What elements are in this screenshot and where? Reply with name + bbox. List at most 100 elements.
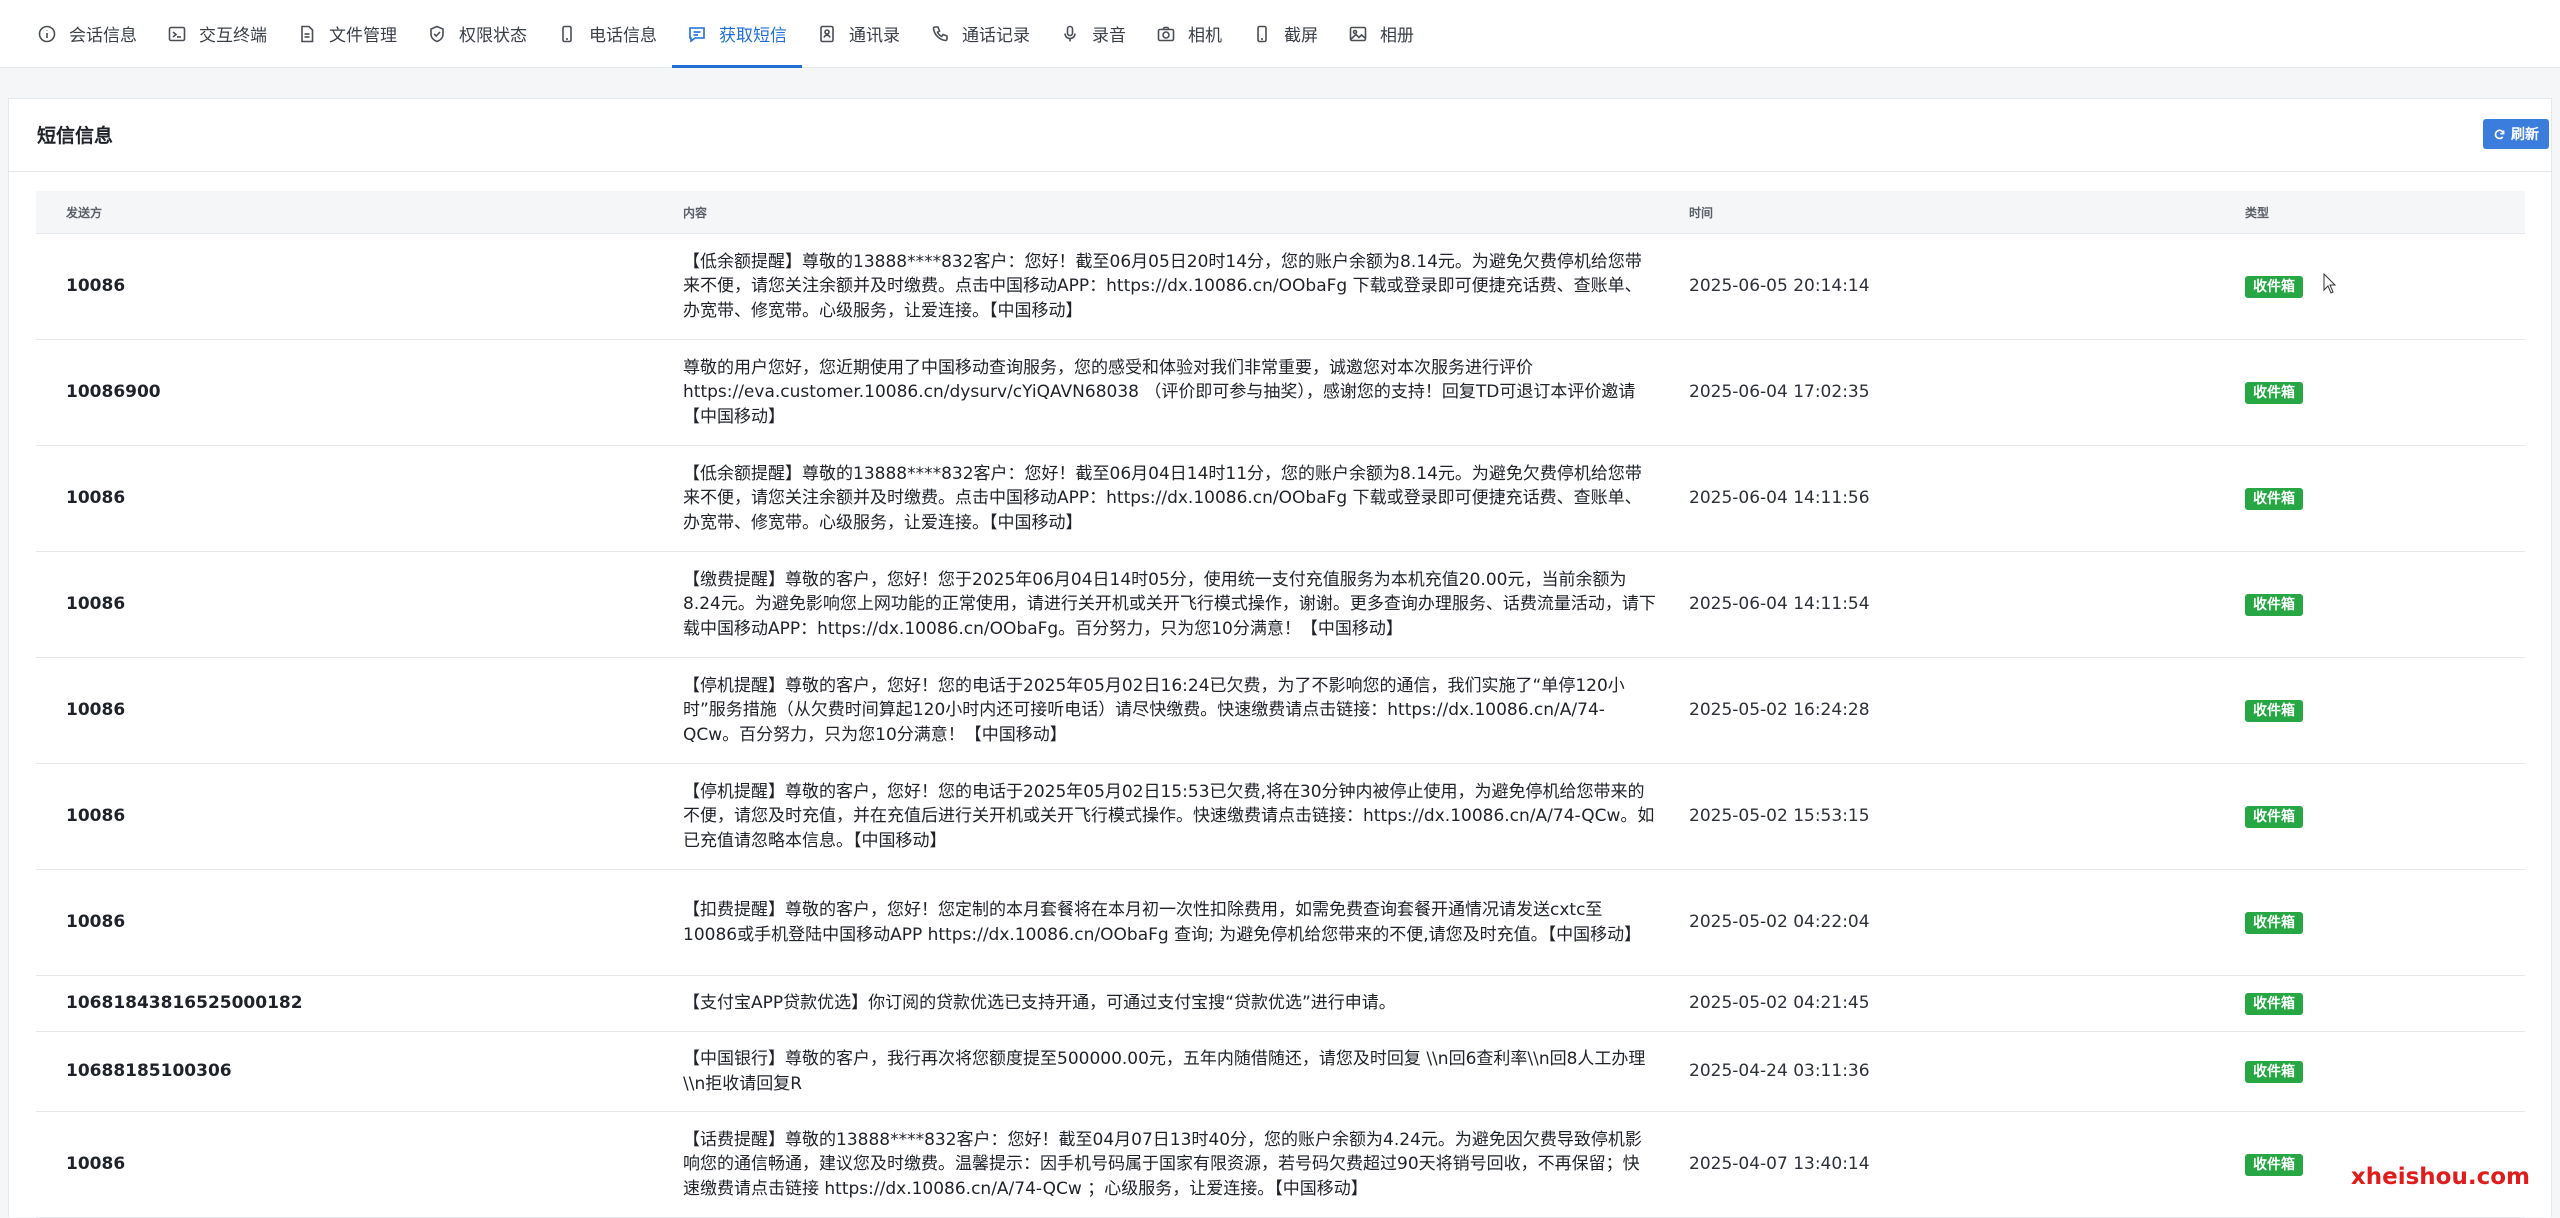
table-row[interactable]: 10086 【停机提醒】尊敬的客户，您好！您的电话于2025年05月02日15:5… — [36, 763, 2525, 870]
tab-label: 相册 — [1380, 26, 1414, 46]
shield-icon — [430, 25, 444, 42]
sms-type: 收件箱 — [2244, 869, 2525, 976]
type-badge: 收件箱 — [2245, 993, 2303, 1016]
message-icon — [689, 26, 705, 43]
sms-sender: 10086 — [36, 1111, 682, 1218]
column-header-sender[interactable]: 发送方 — [36, 191, 682, 234]
table-row[interactable]: 10086 【低余额提醒】尊敬的13888****832客户：您好！截至06月05… — [36, 233, 2525, 340]
column-header-content[interactable]: 内容 — [682, 191, 1688, 234]
sms-type: 收件箱 — [2244, 339, 2525, 446]
sms-type: 收件箱 — [2244, 233, 2525, 340]
sms-content: 【话费提醒】尊敬的13888****832客户：您好！截至04月07日13时40… — [682, 1111, 1688, 1218]
card-header: 短信信息 刷新 — [9, 99, 2551, 172]
type-badge: 收件箱 — [2245, 806, 2303, 829]
type-badge: 收件箱 — [2245, 700, 2303, 723]
sms-time: 2025-06-04 17:02:35 — [1688, 339, 2244, 446]
sms-sender: 10086 — [36, 869, 682, 976]
phone-call-icon — [932, 25, 948, 41]
sms-content: 【中国银行】尊敬的客户，我行再次将您额度提至500000.00元，五年内随借随还… — [682, 1031, 1688, 1112]
screenshot-icon — [1257, 25, 1267, 42]
sms-sender: 10086 — [36, 657, 682, 764]
sms-content: 【支付宝APP贷款优选】你订阅的贷款优选已支持开通，可通过支付宝搜“贷款优选”进… — [682, 975, 1688, 1032]
table-row[interactable]: 10086 【低余额提醒】尊敬的13888****832客户：您好！截至06月04… — [36, 445, 2525, 552]
table-row[interactable]: 10086900 尊敬的用户您好，您近期使用了中国移动查询服务，您的感受和体验对我… — [36, 339, 2525, 446]
tab-label: 录音 — [1092, 26, 1126, 46]
phone-device-icon — [562, 25, 572, 42]
tab-label: 获取短信 — [719, 26, 787, 46]
tab-12[interactable]: 相册 — [1333, 0, 1429, 67]
sms-sender: 10086 — [36, 445, 682, 552]
terminal-icon — [168, 26, 186, 41]
sms-type: 收件箱 — [2244, 657, 2525, 764]
mouse-cursor-icon — [2323, 273, 2337, 294]
sms-sender: 10086900 — [36, 339, 682, 446]
refresh-icon — [2494, 129, 2505, 139]
sms-sender: 10688185100306 — [36, 1031, 682, 1112]
sms-time: 2025-05-02 15:53:15 — [1688, 763, 2244, 870]
tab-label: 截屏 — [1284, 26, 1318, 46]
table-row[interactable]: 10086 【扣费提醒】尊敬的客户，您好！您定制的本月套餐将在本月初一次性扣除费用… — [36, 869, 2525, 976]
sms-type: 收件箱 — [2244, 551, 2525, 658]
sms-sender: 10086 — [36, 763, 682, 870]
tab-11[interactable]: 截屏 — [1237, 0, 1333, 67]
tab-label: 电话信息 — [589, 26, 657, 46]
watermark: xheishou.com — [2350, 1164, 2530, 1190]
table-row[interactable]: 10086 【缴费提醒】尊敬的客户，您好！您于2025年06月04日14时05分，… — [36, 551, 2525, 658]
tab-6[interactable]: 获取短信 — [672, 0, 802, 68]
table-row[interactable]: 10086 【停机提醒】尊敬的客户，您好！您的电话于2025年05月02日16:2… — [36, 657, 2525, 764]
sms-content: 【缴费提醒】尊敬的客户，您好！您于2025年06月04日14时05分，使用统一支… — [682, 551, 1688, 658]
table-row[interactable]: 10681843816525000182 【支付宝APP贷款优选】你订阅的贷款优选… — [36, 975, 2525, 1032]
camera-icon — [1157, 26, 1175, 41]
column-header-type[interactable]: 类型 — [2244, 191, 2525, 234]
sms-sender: 10086 — [36, 551, 682, 658]
tab-label: 通话记录 — [962, 26, 1030, 46]
tab-1[interactable]: 会话信息 — [22, 0, 152, 67]
sms-time: 2025-05-02 16:24:28 — [1688, 657, 2244, 764]
info-icon — [38, 25, 56, 42]
sms-time: 2025-06-04 14:11:54 — [1688, 551, 2244, 658]
file-icon — [301, 25, 314, 42]
tab-4[interactable]: 权限状态 — [412, 0, 542, 67]
sms-content: 尊敬的用户您好，您近期使用了中国移动查询服务，您的感受和体验对我们非常重要，诚邀… — [682, 339, 1688, 446]
sms-content: 【低余额提醒】尊敬的13888****832客户：您好！截至06月05日20时1… — [682, 233, 1688, 340]
page-title: 短信信息 — [37, 125, 114, 147]
column-header-time[interactable]: 时间 — [1688, 191, 2244, 234]
tab-8[interactable]: 通话记录 — [915, 0, 1045, 67]
top-tab-bar: 会话信息 交互终端 文件管理 权限状态 电话信息 获取短信 通讯录 通话记录 录音 相机 截屏 相册 — [0, 0, 2560, 68]
refresh-button[interactable]: 刷新 — [2483, 119, 2549, 149]
tab-10[interactable]: 相机 — [1141, 0, 1237, 67]
tab-3[interactable]: 文件管理 — [282, 0, 412, 67]
sms-table: 发送方 内容 时间 类型 10086 【低余额提醒】尊敬的13888****832… — [36, 191, 2525, 1218]
type-badge: 收件箱 — [2245, 382, 2303, 405]
tab-label: 交互终端 — [199, 26, 267, 46]
tab-5[interactable]: 电话信息 — [542, 0, 672, 67]
sms-sender: 10681843816525000182 — [36, 975, 682, 1032]
sms-content: 【停机提醒】尊敬的客户，您好！您的电话于2025年05月02日16:24已欠费，… — [682, 657, 1688, 764]
tab-label: 会话信息 — [69, 26, 137, 46]
tab-label: 文件管理 — [329, 26, 397, 46]
tab-9[interactable]: 录音 — [1045, 0, 1141, 67]
tab-label: 权限状态 — [459, 26, 527, 46]
sms-content: 【扣费提醒】尊敬的客户，您好！您定制的本月套餐将在本月初一次性扣除费用，如需免费… — [682, 869, 1688, 976]
sms-type: 收件箱 — [2244, 445, 2525, 552]
type-badge: 收件箱 — [2245, 276, 2303, 299]
sms-time: 2025-04-07 13:40:14 — [1688, 1111, 2244, 1218]
sms-content: 【低余额提醒】尊敬的13888****832客户：您好！截至06月04日14时1… — [682, 445, 1688, 552]
tab-label: 相机 — [1188, 26, 1222, 46]
type-badge: 收件箱 — [2245, 594, 2303, 617]
sms-type: 收件箱 — [2244, 1031, 2525, 1112]
sms-time: 2025-04-24 03:11:36 — [1688, 1031, 2244, 1112]
table-row[interactable]: 10086 【话费提醒】尊敬的13888****832客户：您好！截至04月07日… — [36, 1111, 2525, 1218]
type-badge: 收件箱 — [2245, 1154, 2303, 1177]
type-badge: 收件箱 — [2245, 1061, 2303, 1084]
sms-time: 2025-06-04 14:11:56 — [1688, 445, 2244, 552]
sms-card: 短信信息 刷新 发送方 内容 时间 类型 10086 【低余额提醒】尊敬的1388… — [8, 98, 2552, 1218]
tab-7[interactable]: 通讯录 — [802, 0, 915, 67]
table-header-row: 发送方 内容 时间 类型 — [36, 191, 2525, 234]
table-row[interactable]: 10688185100306 【中国银行】尊敬的客户，我行再次将您额度提至5000… — [36, 1031, 2525, 1112]
image-icon — [1349, 26, 1367, 41]
refresh-label: 刷新 — [2511, 127, 2539, 143]
type-badge: 收件箱 — [2245, 488, 2303, 511]
tab-2[interactable]: 交互终端 — [152, 0, 282, 67]
sms-time: 2025-06-05 20:14:14 — [1688, 233, 2244, 340]
